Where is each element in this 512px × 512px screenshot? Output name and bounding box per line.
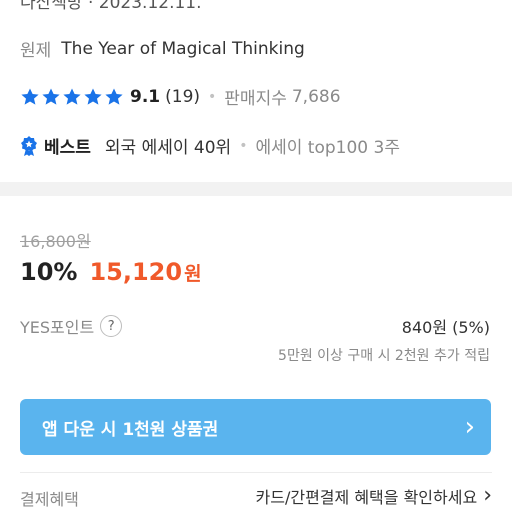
sale-price-row: 10% 15,120 원 — [20, 258, 202, 286]
bestseller-row[interactable]: 베스트 외국 에세이 40위 • 에세이 top100 3주 — [20, 133, 400, 158]
divider — [20, 472, 492, 473]
coupon-label: 앱 다운 시 1천원 상품권 — [42, 419, 219, 440]
chevron-right-icon: › — [483, 483, 492, 508]
payment-benefits-label: 결제혜택 — [20, 490, 79, 509]
payment-benefits-link[interactable]: 카드/간편결제 혜택을 확인하세요 › — [256, 484, 492, 508]
chevron-right-icon: › — [464, 412, 475, 442]
sales-index-label: 판매지수 — [224, 89, 287, 109]
section-divider — [0, 182, 512, 196]
original-title-value: The Year of Magical Thinking — [61, 38, 305, 59]
sale-price: 15,120 — [89, 258, 183, 286]
review-count[interactable]: (19) — [165, 87, 200, 107]
rating-row[interactable]: 9.1 (19) • 판매지수 7,686 — [20, 84, 341, 109]
star-rating — [20, 87, 125, 107]
star-icon — [42, 88, 60, 105]
original-title-label: 원제 — [20, 41, 52, 61]
top100-weeks[interactable]: 에세이 top100 3주 — [255, 133, 400, 158]
best-badge-icon — [20, 135, 38, 157]
help-icon[interactable]: ? — [100, 315, 123, 337]
best-badge-label: 베스트 — [44, 138, 91, 158]
rating-score: 9.1 — [130, 86, 161, 107]
extra-points-note: 5만원 이상 구매 시 2천원 추가 적립 — [278, 348, 490, 364]
star-icon — [63, 88, 81, 105]
category-rank[interactable]: 외국 에세이 40위 — [105, 133, 231, 158]
original-title-row: 원제 The Year of Magical Thinking — [20, 36, 305, 62]
yes-points-label: YES포인트 — [20, 318, 95, 337]
payment-benefits-text: 카드/간편결제 혜택을 확인하세요 — [255, 488, 478, 507]
dot-separator: • — [239, 137, 248, 154]
star-icon — [84, 88, 102, 105]
yes-points-row: YES포인트 ? — [20, 314, 123, 338]
discount-rate: 10% — [20, 258, 78, 286]
original-price: 16,800원 — [20, 232, 91, 251]
dot-separator: • — [208, 88, 217, 105]
star-icon — [105, 88, 123, 105]
sale-price-unit: 원 — [184, 262, 202, 285]
publisher-date-line: 다산책방 · 2023.12.11. — [20, 0, 202, 13]
app-download-coupon-button[interactable]: 앱 다운 시 1천원 상품권 › — [20, 399, 491, 455]
yes-points-value: 840원 (5%) — [401, 318, 490, 337]
star-icon — [21, 88, 39, 105]
sales-index-value: 7,686 — [291, 86, 341, 107]
